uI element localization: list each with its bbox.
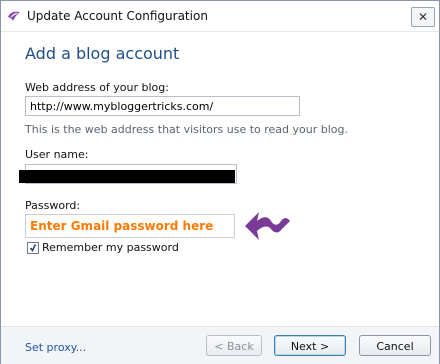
window-title: Update Account Configuration bbox=[27, 9, 208, 23]
set-proxy-link[interactable]: Set proxy... bbox=[25, 341, 86, 354]
remember-password-label: Remember my password bbox=[42, 241, 179, 254]
remember-password-checkbox[interactable] bbox=[27, 242, 39, 254]
update-account-window: Update Account Configuration ✕ Add a blo… bbox=[0, 0, 440, 364]
password-overlay-text: Enter Gmail password here bbox=[30, 219, 214, 233]
username-redaction bbox=[19, 170, 235, 183]
web-address-label: Web address of your blog: bbox=[25, 81, 169, 94]
checkmark-icon bbox=[30, 244, 36, 252]
web-address-input[interactable]: http://www.mybloggertricks.com/ bbox=[25, 96, 300, 116]
password-label: Password: bbox=[25, 199, 81, 212]
web-address-hint: This is the web address that visitors us… bbox=[25, 123, 348, 136]
cancel-button[interactable]: Cancel bbox=[359, 335, 431, 356]
page-heading: Add a blog account bbox=[25, 44, 180, 63]
title-bar: Update Account Configuration ✕ bbox=[1, 1, 439, 32]
close-icon: ✕ bbox=[417, 10, 429, 24]
live-writer-icon bbox=[8, 11, 20, 21]
next-button[interactable]: Next > bbox=[274, 335, 346, 356]
back-button: < Back bbox=[206, 335, 262, 356]
purple-squiggle-arrow-icon bbox=[245, 212, 290, 240]
close-button[interactable]: ✕ bbox=[411, 7, 435, 27]
password-input[interactable]: Enter Gmail password here bbox=[25, 214, 235, 238]
username-label: User name: bbox=[25, 148, 89, 161]
